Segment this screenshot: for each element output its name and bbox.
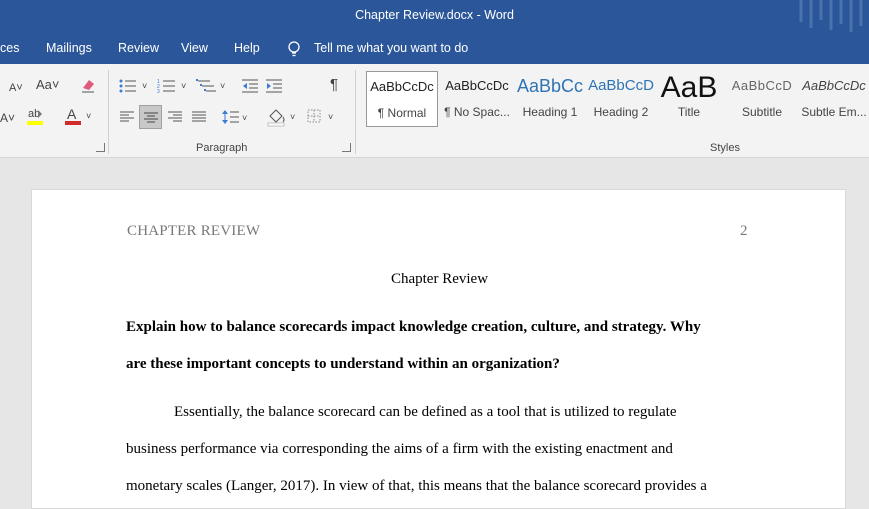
body-line: monetary scales (Langer, 2017). In view … <box>126 478 707 494</box>
tell-me-search[interactable]: Tell me what you want to do <box>314 41 468 55</box>
style-normal[interactable]: AaBbCcDc ¶ Normal <box>366 71 438 127</box>
question-line: Explain how to balance scorecards impact… <box>126 319 701 335</box>
show-formatting-marks-icon[interactable]: ¶ <box>330 77 338 92</box>
line-spacing-icon[interactable]: ˅ <box>221 108 249 126</box>
style-label: Title <box>677 105 701 119</box>
align-center-icon <box>144 112 158 123</box>
body-line: business performance via corresponding t… <box>126 441 673 457</box>
question-line: are these important concepts to understa… <box>126 356 560 372</box>
style-subtle-emphasis[interactable]: AaBbCcDc Subtle Em... <box>799 71 869 127</box>
styles-group-label: Styles <box>710 142 740 154</box>
style-sample: AaBbCcDc <box>445 78 509 93</box>
change-case-label: Aa <box>36 77 52 92</box>
align-center-button[interactable] <box>139 105 162 129</box>
change-case-button[interactable]: Aa˅ <box>36 78 60 92</box>
clear-formatting-icon[interactable] <box>80 76 96 94</box>
style-sample: AaBbCcD <box>731 78 793 93</box>
svg-text:˅: ˅ <box>328 112 333 122</box>
page-header-title: CHAPTER REVIEW <box>127 223 261 239</box>
align-right-icon[interactable] <box>167 110 183 124</box>
style-title[interactable]: AaB Title <box>653 71 725 127</box>
align-left-icon[interactable] <box>119 110 135 124</box>
svg-text:˅: ˅ <box>242 113 247 123</box>
svg-text:A: A <box>67 106 77 122</box>
title-bar-decoration <box>799 0 863 32</box>
svg-text:˅: ˅ <box>181 81 186 91</box>
style-label: ¶ Normal <box>377 106 427 120</box>
title-bar: Chapter Review.docx - Word <box>0 0 869 32</box>
window-title: Chapter Review.docx - Word <box>355 8 514 22</box>
tab-help[interactable]: Help <box>234 41 260 55</box>
style-label: Heading 2 <box>593 105 649 119</box>
borders-icon[interactable]: ˅ <box>306 108 338 126</box>
shading-icon[interactable]: ˅ <box>266 107 298 127</box>
svg-text:˅: ˅ <box>220 81 225 91</box>
style-subtitle[interactable]: AaBbCcD Subtitle <box>726 71 798 127</box>
numbering-icon[interactable]: 123 ˅ <box>157 78 191 94</box>
style-sample: AaBbCcDc <box>370 79 434 94</box>
multilevel-list-icon[interactable]: ˅ <box>196 78 230 94</box>
style-label: Heading 1 <box>522 105 578 119</box>
group-separator <box>108 70 109 154</box>
style-label: Subtle Em... <box>801 105 867 119</box>
style-label: Subtitle <box>741 105 783 119</box>
decrease-indent-icon[interactable] <box>241 78 259 94</box>
svg-text:3: 3 <box>157 89 160 94</box>
font-dialog-launcher[interactable] <box>96 143 105 152</box>
svg-text:˅: ˅ <box>290 112 295 122</box>
document-title: Chapter Review <box>390 271 489 287</box>
style-heading-1[interactable]: AaBbCc Heading 1 <box>514 71 586 127</box>
document-page[interactable]: CHAPTER REVIEW 2 Chapter Review Explain … <box>31 189 846 509</box>
shrink-font-icon[interactable]: A˅ <box>9 81 23 95</box>
body-line: Essentially, the balance scorecard can b… <box>174 404 677 420</box>
group-separator <box>355 70 356 154</box>
highlight-color-icon[interactable]: ab <box>26 106 48 126</box>
ribbon: A˅ Aa˅ A˅ ab A ˅ ˅ 123 ˅ ˅ ¶ ˅ ˅ ˅ Parag… <box>0 64 869 158</box>
increase-indent-icon[interactable] <box>265 78 283 94</box>
style-no-spacing[interactable]: AaBbCcDc ¶ No Spac... <box>441 71 513 127</box>
page-number: 2 <box>740 223 748 239</box>
menu-bar: ces Mailings Review View Help Tell me wh… <box>0 32 869 64</box>
style-heading-2[interactable]: AaBbCcD Heading 2 <box>585 71 657 127</box>
lightbulb-icon <box>288 41 300 57</box>
svg-text:˅: ˅ <box>86 111 91 121</box>
text-effects-icon[interactable]: A˅ <box>0 111 15 125</box>
bullets-icon[interactable]: ˅ <box>118 78 152 94</box>
justify-icon[interactable] <box>191 110 207 124</box>
tab-mailings[interactable]: Mailings <box>46 41 92 55</box>
style-label: ¶ No Spac... <box>444 105 510 119</box>
tab-review[interactable]: Review <box>118 41 159 55</box>
style-sample: AaB <box>660 71 718 104</box>
svg-text:˅: ˅ <box>142 81 147 91</box>
paragraph-dialog-launcher[interactable] <box>342 143 351 152</box>
style-sample: AaBbCc <box>516 76 584 96</box>
style-sample: AaBbCcD <box>588 77 654 94</box>
tab-references[interactable]: ces <box>0 41 19 55</box>
paragraph-group-label: Paragraph <box>196 142 248 154</box>
style-sample: AaBbCcDc <box>802 78 866 93</box>
font-color-icon[interactable]: A ˅ <box>64 106 94 126</box>
tab-view[interactable]: View <box>181 41 208 55</box>
